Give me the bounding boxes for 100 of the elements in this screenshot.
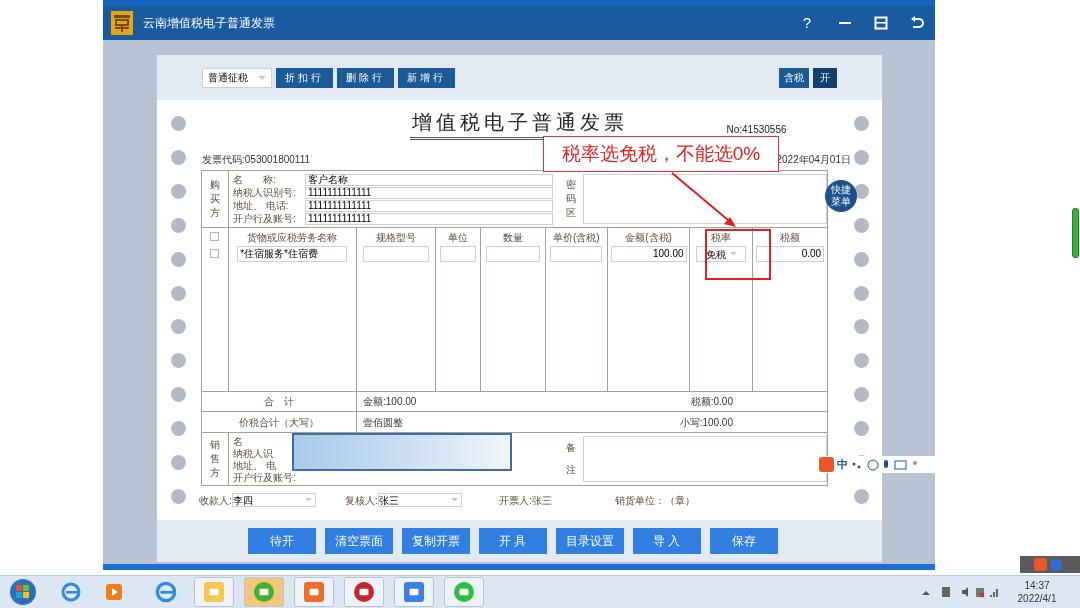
punch-hole <box>170 149 186 165</box>
grand-total-label: 价税合计（大写） <box>202 412 357 432</box>
punch-hole <box>170 455 186 471</box>
punch-hole <box>170 217 186 233</box>
help-button[interactable]: ? <box>796 11 818 35</box>
action-button[interactable]: 目录设置 <box>555 528 624 554</box>
punch-hole <box>170 183 186 199</box>
signature-select[interactable]: 张三 <box>377 493 462 507</box>
taskbar-button[interactable] <box>244 577 284 607</box>
column-header: 货物或应税劳务名称 <box>247 232 338 244</box>
toolbar-button[interactable]: 新增行 <box>398 67 455 88</box>
item-field[interactable]: 100.00 <box>610 246 687 262</box>
taskbar-button[interactable] <box>394 577 434 607</box>
toolbar-button[interactable]: 删除行 <box>337 67 394 88</box>
column-header: 单位 <box>448 232 469 244</box>
buyer-field[interactable]: 1111111111111 <box>304 186 553 199</box>
column-header: 税率 <box>711 232 732 244</box>
ime-logo-icon <box>819 457 834 472</box>
amount-in-figures: 小写:100.00 <box>679 415 733 430</box>
dropdown-caret-icon <box>304 498 312 502</box>
clock-date[interactable]: 2022/4/1 <box>1017 592 1057 605</box>
total-tax: 税额:0.00 <box>690 395 733 409</box>
column-header: 数量 <box>503 232 523 244</box>
column-header: 税额 <box>780 232 801 244</box>
scroll-widget[interactable] <box>1072 208 1079 258</box>
field-label: 地址、 电 <box>232 460 276 472</box>
tax-rate-select[interactable]: 免税 <box>696 246 747 262</box>
buyer-field[interactable]: 客户名称 <box>304 173 553 186</box>
checkbox[interactable] <box>210 249 220 258</box>
punch-hole <box>170 251 186 267</box>
item-field[interactable] <box>486 246 540 262</box>
column-header: 规格型号 <box>375 232 416 244</box>
ime-logo-icon <box>1034 558 1047 571</box>
app-logo-icon <box>111 11 133 35</box>
item-field[interactable] <box>440 246 477 262</box>
presentation-icon <box>304 582 324 602</box>
field-label: 纳税人识 <box>232 448 273 460</box>
checkbox[interactable] <box>210 232 220 241</box>
media-player-icon[interactable] <box>104 582 124 602</box>
punch-hole <box>170 421 186 437</box>
buyer-label: 购买方 <box>209 178 220 220</box>
seller-label: 销售方 <box>209 438 220 480</box>
action-button[interactable]: 待开 <box>247 528 316 554</box>
field-label: 纳税人识别号: <box>232 186 297 199</box>
field-label: 开户行及账号: <box>232 212 297 225</box>
item-field[interactable]: 0.00 <box>756 246 825 262</box>
action-button[interactable]: 清空票面 <box>324 528 393 554</box>
punch-hole <box>853 319 869 335</box>
browser-icon[interactable] <box>154 580 178 604</box>
taskbar-button[interactable] <box>444 577 484 607</box>
annotation-arrow <box>671 172 736 227</box>
toolbar-button[interactable]: 折扣行 <box>276 67 333 88</box>
invoice-code: 发票代码:053001800111 <box>202 152 311 167</box>
taskbar-button[interactable] <box>294 577 334 607</box>
buyer-field[interactable]: 1111111111111 <box>304 199 553 212</box>
four-squares-icon <box>16 585 30 599</box>
field-label: 地址、 电话: <box>232 199 290 212</box>
punch-hole <box>170 116 186 131</box>
punch-hole <box>170 353 186 369</box>
maximize-icon[interactable] <box>874 16 888 30</box>
document-icon <box>404 582 424 602</box>
action-button[interactable]: 复制开票 <box>401 528 470 554</box>
ime-mode[interactable]: 中 <box>837 456 848 473</box>
punch-hole <box>853 285 869 301</box>
field-label: 名 <box>232 436 243 448</box>
action-button[interactable]: 导 入 <box>632 528 701 554</box>
cipher-area-label: 密码区 <box>565 178 576 220</box>
app-icon <box>354 582 374 602</box>
punch-hole <box>853 116 869 131</box>
clock-time[interactable]: 14:37 <box>1024 579 1050 592</box>
browser-icon[interactable] <box>60 581 82 603</box>
tax-included-toggle[interactable]: 开 <box>813 67 837 88</box>
back-icon[interactable] <box>910 15 925 31</box>
taskbar-button[interactable] <box>344 577 384 607</box>
tax-mode-select[interactable]: 普通征税 <box>202 67 272 88</box>
punch-hole <box>853 421 869 437</box>
action-button[interactable]: 开 具 <box>478 528 547 554</box>
buyer-field[interactable]: 1111111111111 <box>304 212 553 225</box>
tax-included-button[interactable]: 含税 <box>779 67 809 88</box>
help-icon[interactable] <box>1050 558 1062 571</box>
annotation-text: 税率选免税，不能选0% <box>561 141 761 166</box>
punch-hole <box>170 488 186 504</box>
signature-label: 收款人: <box>199 493 232 508</box>
column-header: 金额(含税) <box>625 232 672 244</box>
action-button[interactable]: 保存 <box>709 528 778 554</box>
column-header: 单价(含税) <box>553 232 600 244</box>
item-field[interactable]: *住宿服务*住宿费 <box>237 246 348 262</box>
dropdown-caret-icon <box>450 498 458 502</box>
punch-hole <box>170 387 186 403</box>
signature-label: 复核人: <box>345 493 378 508</box>
remarks-field[interactable] <box>583 436 827 482</box>
signature-select[interactable]: 李四 <box>231 493 316 507</box>
start-button[interactable] <box>10 579 36 605</box>
punch-hole <box>853 217 869 233</box>
item-field[interactable] <box>362 246 429 262</box>
punch-hole <box>170 285 186 301</box>
item-field[interactable] <box>550 246 603 262</box>
amount-in-words: 壹佰圆整 <box>363 415 403 430</box>
window-title: 云南增值税电子普通发票 <box>143 15 276 32</box>
punch-hole <box>853 488 869 504</box>
